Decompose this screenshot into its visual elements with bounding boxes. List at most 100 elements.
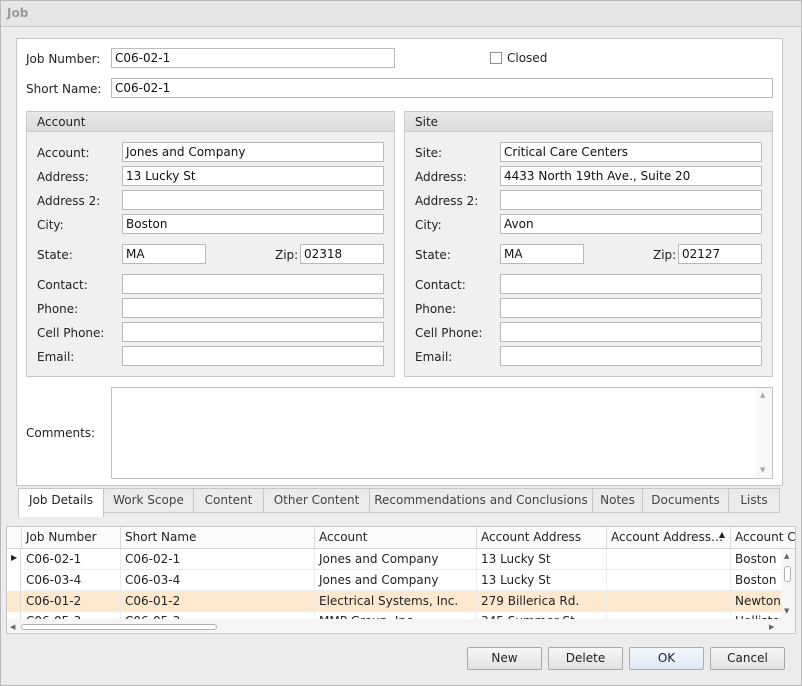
scroll-up-icon[interactable]: ▲ — [760, 391, 765, 399]
table-row[interactable]: C06-01-2 C06-01-2 Electrical Systems, In… — [7, 591, 795, 612]
site-contact-label: Contact: — [415, 278, 466, 292]
cell-account-city[interactable]: Newton — [731, 591, 783, 612]
closed-checkbox[interactable] — [490, 52, 502, 64]
delete-button[interactable]: Delete — [548, 647, 623, 670]
cell-account-address-2[interactable] — [607, 591, 731, 612]
cell-account-city[interactable]: Boston — [731, 549, 783, 570]
cancel-button[interactable]: Cancel — [710, 647, 785, 670]
cell-account-address-2[interactable] — [607, 549, 731, 570]
column-header-account-address-2[interactable]: Account Address… ▲ — [607, 527, 731, 549]
ok-button[interactable]: OK — [629, 647, 704, 670]
cell-short-name[interactable]: C06-01-2 — [121, 591, 315, 612]
short-name-field[interactable]: C06-02-1 — [111, 78, 773, 98]
cell-account-city[interactable]: Boston — [731, 570, 783, 591]
table-row[interactable]: ▶ C06-02-1 C06-02-1 Jones and Company 13… — [7, 549, 795, 570]
site-email-label: Email: — [415, 350, 453, 364]
tab-job-details[interactable]: Job Details — [18, 488, 104, 517]
cell-account[interactable]: Jones and Company — [315, 570, 477, 591]
cell-account-address[interactable]: 279 Billerica Rd. — [477, 591, 607, 612]
tab-other-content[interactable]: Other Content — [263, 488, 370, 513]
column-header-account-city[interactable]: Account Cit — [731, 527, 795, 549]
grid-vertical-scroll-thumb[interactable] — [784, 566, 791, 582]
account-state-field[interactable]: MA — [122, 244, 206, 264]
account-group-title: Account — [37, 115, 86, 129]
account-address2-field[interactable] — [122, 190, 384, 210]
site-phone-label: Phone: — [415, 302, 457, 316]
tab-recommendations[interactable]: Recommendations and Conclusions — [369, 488, 593, 513]
job-number-label: Job Number: — [26, 52, 101, 66]
tab-content[interactable]: Content — [193, 488, 264, 513]
account-city-field[interactable]: Boston — [122, 214, 384, 234]
account-cell-label: Cell Phone: — [37, 326, 105, 340]
column-header-short-name[interactable]: Short Name — [121, 527, 315, 549]
site-zip-field[interactable]: 02127 — [678, 244, 762, 264]
new-button[interactable]: New — [467, 647, 542, 670]
scroll-up-icon[interactable]: ▲ — [784, 552, 789, 560]
site-cell-field[interactable] — [500, 322, 762, 342]
account-email-field[interactable] — [122, 346, 384, 366]
column-header-account-address-2-label: Account Address… — [611, 530, 724, 544]
site-cell-label: Cell Phone: — [415, 326, 483, 340]
site-phone-field[interactable] — [500, 298, 762, 318]
row-indicator — [7, 591, 21, 612]
grid-corner — [7, 527, 22, 549]
account-state-label: State: — [37, 248, 73, 262]
site-address2-label: Address 2: — [415, 194, 479, 208]
column-header-account[interactable]: Account — [315, 527, 477, 549]
site-city-label: City: — [415, 218, 442, 232]
comments-field[interactable]: ▲ ▼ — [111, 387, 773, 479]
site-group-title: Site — [415, 115, 439, 129]
tab-strip: Job Details Work Scope Content Other Con… — [16, 488, 786, 517]
scroll-down-icon[interactable]: ▼ — [784, 607, 789, 615]
tab-lists[interactable]: Lists — [728, 488, 780, 513]
tab-work-scope[interactable]: Work Scope — [103, 488, 194, 513]
site-state-label: State: — [415, 248, 451, 262]
site-state-field[interactable]: MA — [500, 244, 584, 264]
site-contact-field[interactable] — [500, 274, 762, 294]
account-zip-label: Zip: — [275, 248, 299, 262]
account-field[interactable]: Jones and Company — [122, 142, 384, 162]
account-address-label: Address: — [37, 170, 89, 184]
closed-label: Closed — [507, 51, 548, 65]
site-address-label: Address: — [415, 170, 467, 184]
cell-job-number[interactable]: C06-02-1 — [22, 549, 121, 570]
table-row[interactable]: C06-03-4 C06-03-4 Jones and Company 13 L… — [7, 570, 795, 591]
cell-account-address[interactable]: 13 Lucky St — [477, 570, 607, 591]
cell-account-address-2[interactable] — [607, 570, 731, 591]
comments-scrollbar[interactable]: ▲ ▼ — [756, 388, 772, 478]
grid-vertical-scrollbar[interactable]: ▲ ▼ — [781, 549, 795, 619]
cell-account-address[interactable]: 13 Lucky St — [477, 549, 607, 570]
account-label: Account: — [37, 146, 90, 160]
cell-short-name[interactable]: C06-02-1 — [121, 549, 315, 570]
account-contact-field[interactable] — [122, 274, 384, 294]
comments-label: Comments: — [26, 426, 96, 440]
column-header-account-address[interactable]: Account Address — [477, 527, 607, 549]
row-indicator: ▶ — [7, 549, 21, 570]
scroll-right-icon[interactable]: ▶ — [769, 623, 774, 631]
grid-horizontal-scroll-thumb[interactable] — [21, 624, 217, 630]
tab-documents[interactable]: Documents — [642, 488, 729, 513]
account-phone-field[interactable] — [122, 298, 384, 318]
site-address-field[interactable]: 4433 North 19th Ave., Suite 20 — [500, 166, 762, 186]
window-title: Job — [7, 6, 29, 20]
account-group: Account Account: Jones and Company Addre… — [26, 111, 395, 377]
cell-job-number[interactable]: C06-03-4 — [22, 570, 121, 591]
tab-notes[interactable]: Notes — [592, 488, 643, 513]
site-field[interactable]: Critical Care Centers — [500, 142, 762, 162]
job-number-field[interactable]: C06-02-1 — [111, 48, 395, 68]
account-city-label: City: — [37, 218, 64, 232]
cell-job-number[interactable]: C06-01-2 — [22, 591, 121, 612]
site-email-field[interactable] — [500, 346, 762, 366]
account-zip-field[interactable]: 02318 — [300, 244, 384, 264]
column-header-job-number[interactable]: Job Number — [22, 527, 121, 549]
cell-short-name[interactable]: C06-03-4 — [121, 570, 315, 591]
scroll-down-icon[interactable]: ▼ — [760, 466, 765, 474]
scroll-left-icon[interactable]: ◀ — [10, 623, 15, 631]
account-cell-field[interactable] — [122, 322, 384, 342]
site-city-field[interactable]: Avon — [500, 214, 762, 234]
cell-account[interactable]: Jones and Company — [315, 549, 477, 570]
account-address-field[interactable]: 13 Lucky St — [122, 166, 384, 186]
cell-account[interactable]: Electrical Systems, Inc. — [315, 591, 477, 612]
grid-horizontal-scrollbar[interactable]: ◀ ▶ — [7, 619, 795, 633]
site-address2-field[interactable] — [500, 190, 762, 210]
